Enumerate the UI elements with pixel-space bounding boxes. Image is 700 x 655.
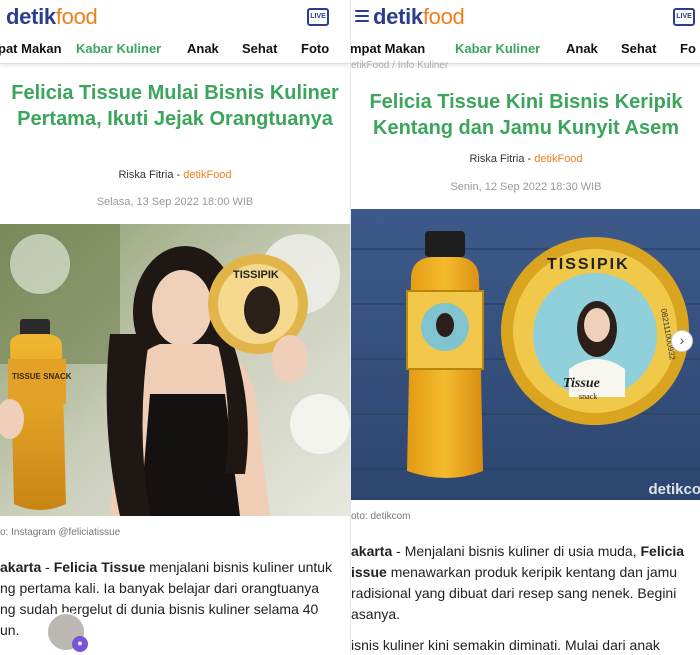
article-photo-illustration: TISSIPIK Tissue snack 082111000932	[351, 209, 700, 500]
nav-item-kabar-kuliner[interactable]: Kabar Kuliner	[455, 41, 540, 56]
article-headline: Felicia Tissue Mulai Bisnis Kuliner Pert…	[11, 82, 339, 130]
logo-food-text: food	[422, 4, 465, 29]
publish-date: Senin, 12 Sep 2022 18:30 WIB	[450, 181, 602, 193]
body-line-1-rest: menjalani bisnis kuliner untuk	[145, 559, 333, 575]
source-link[interactable]: detikFood	[534, 153, 582, 165]
photo-caption: o: Instagram @feliciatissue	[0, 527, 121, 538]
floating-avatar[interactable]: ●	[46, 612, 88, 652]
nav-item-sehat[interactable]: Sehat	[242, 41, 277, 56]
bottle-label-text: TISSUE SNACK	[12, 372, 72, 381]
body-line-4: asanya.	[351, 606, 401, 622]
author-name[interactable]: Riska Fitria	[118, 169, 173, 181]
article-photo[interactable]: TISSIPIK TISSUE SNACK	[0, 224, 350, 516]
body-paragraph-2: isnis kuliner kini semakin diminati. Mul…	[351, 637, 660, 653]
subject-name[interactable]: Felicia	[641, 543, 685, 559]
byline-separator: -	[173, 169, 184, 181]
logo-detik-text: detik	[6, 4, 56, 29]
logo-food-text: food	[55, 4, 98, 29]
breadcrumb[interactable]: etikFood / Info Kuliner	[351, 60, 448, 71]
nav-item-foto[interactable]: Fo	[680, 41, 696, 56]
hamburger-menu-icon[interactable]	[355, 10, 369, 22]
subject-name-cont[interactable]: issue	[351, 564, 387, 580]
byline-separator: -	[524, 153, 535, 165]
nav-item-anak[interactable]: Anak	[566, 41, 598, 56]
left-article-panel: detikfood LIVE pat Makan Kabar Kuliner A…	[0, 0, 350, 655]
logo-detik-text: detik	[373, 4, 423, 29]
byline: Riska Fitria - detikFood	[351, 153, 700, 165]
article-photo-illustration: TISSIPIK TISSUE SNACK	[0, 224, 350, 516]
article-photo[interactable]: TISSIPIK Tissue snack 082111000932 detik…	[351, 209, 700, 500]
body-line-2: issue menawarkan produk keripik kentang …	[351, 562, 700, 583]
article-body: akarta - Menjalani bisnis kuliner di usi…	[351, 541, 700, 655]
detikfood-logo[interactable]: detikfood	[6, 4, 98, 30]
dateline-place: akarta	[0, 559, 42, 575]
photo-watermark: detikco	[648, 481, 700, 498]
nav-item-kabar-kuliner[interactable]: Kabar Kuliner	[76, 41, 161, 56]
assistant-badge-icon: ●	[72, 636, 88, 652]
live-tv-icon[interactable]: LIVE	[307, 8, 329, 26]
source-link[interactable]: detikFood	[183, 169, 231, 181]
jar-label-text: TISSIPIK	[233, 269, 279, 281]
body-line-2: ng pertama kali. Ia banyak belajar dari …	[0, 580, 320, 596]
jar-label-text: TISSIPIK	[547, 256, 630, 273]
header-bar: detikfood LIVE	[351, 0, 700, 32]
publish-date: Selasa, 13 Sep 2022 18:00 WIB	[96, 196, 254, 208]
byline: Riska Fitria - detikFood	[0, 169, 350, 181]
dateline-place: akarta	[351, 543, 393, 559]
jar-script-text: Tissue	[563, 376, 600, 391]
body-line-1: akarta - Menjalani bisnis kuliner di usi…	[351, 541, 700, 562]
nav-item-foto[interactable]: Foto	[301, 41, 329, 56]
right-article-panel: detikfood LIVE mpat Makan Kabar Kuliner …	[350, 0, 700, 655]
nav-item-anak[interactable]: Anak	[187, 41, 219, 56]
category-nav: pat Makan Kabar Kuliner Anak Sehat Foto	[0, 34, 350, 64]
nav-item-tempat-makan[interactable]: mpat Makan	[351, 41, 425, 56]
header-bar: detikfood LIVE	[0, 0, 350, 32]
subject-name[interactable]: Felicia Tissue	[54, 559, 146, 575]
live-tv-icon[interactable]: LIVE	[673, 8, 695, 26]
detikfood-logo[interactable]: detikfood	[373, 4, 465, 30]
gallery-next-arrow-icon[interactable]: ›	[671, 330, 693, 352]
dateline-dash: - Menjalani bisnis kuliner di usia muda,	[392, 543, 641, 559]
photo-caption: oto: detikcom	[351, 511, 411, 522]
body-line-1: akarta - Felicia Tissue menjalani bisnis…	[0, 557, 350, 578]
nav-item-tempat-makan[interactable]: pat Makan	[0, 41, 62, 56]
jar-script-sub-text: snack	[579, 392, 597, 401]
body-line-3: radisional yang dibuat dari resep sang n…	[351, 585, 677, 601]
nav-item-sehat[interactable]: Sehat	[621, 41, 656, 56]
author-name[interactable]: Riska Fitria	[469, 153, 524, 165]
body-line-2-rest: menawarkan produk keripik kentang dan ja…	[386, 564, 678, 580]
article-headline: Felicia Tissue Kini Bisnis Keripik Kenta…	[369, 91, 683, 139]
dateline-dash: -	[41, 559, 54, 575]
